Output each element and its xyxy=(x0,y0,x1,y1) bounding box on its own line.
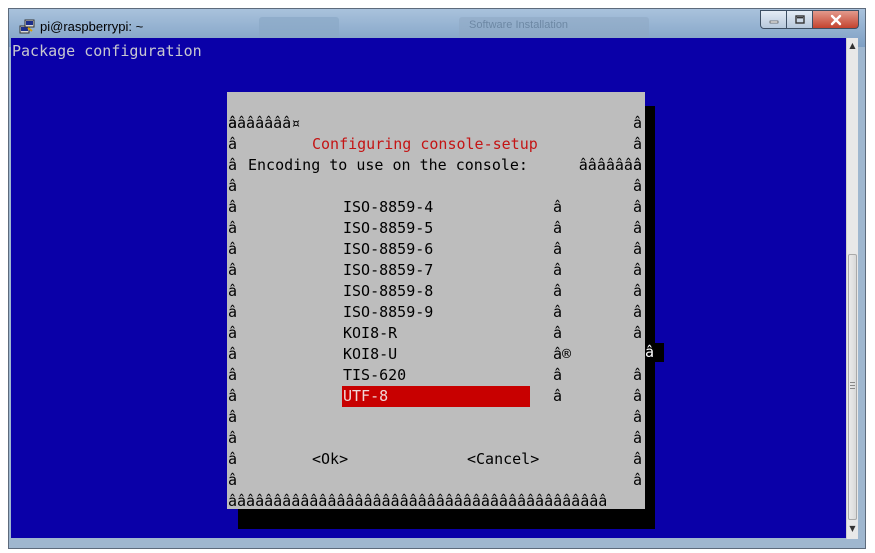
dialog-bottom-border: ââââââââââââââââââââââââââââââââââââââââ… xyxy=(228,492,608,510)
dialog-border-right: â xyxy=(632,219,642,237)
dialog-border-right: â xyxy=(632,198,642,216)
dialog-border-left: â xyxy=(228,408,238,426)
cancel-button[interactable]: <Cancel> xyxy=(467,449,539,470)
dialog-border-right: â xyxy=(632,366,642,384)
dialog-prompt: Encoding to use on the console: xyxy=(248,156,528,174)
list-item-row: â â UTF-8 â xyxy=(227,386,645,407)
dialog-border-left: â xyxy=(228,114,238,132)
dialog-border-right: â xyxy=(632,261,642,279)
dialog-border-left: â xyxy=(228,303,238,321)
list-item-row: â â ISO-8859-6 â xyxy=(227,239,645,260)
list-item-row: â â TIS-620 â xyxy=(227,365,645,386)
encoding-option-selected[interactable]: UTF-8 xyxy=(342,386,530,407)
encoding-option[interactable]: ISO-8859-9 xyxy=(342,302,530,323)
dialog-border-right: â xyxy=(632,303,642,321)
dialog-border-left: â xyxy=(228,471,238,489)
encoding-option[interactable]: ISO-8859-7 xyxy=(342,260,530,281)
prompt-row: â â Encoding to use on the console: xyxy=(227,155,645,176)
scrollbar-grip-icon xyxy=(850,382,855,391)
window-title: pi@raspberrypi: ~ xyxy=(40,19,144,34)
list-scroll-mark: â® xyxy=(553,345,572,363)
encoding-option[interactable]: KOI8-R xyxy=(342,323,530,344)
list-scroll-mark: â xyxy=(553,240,563,258)
dialog-border-left: â xyxy=(228,219,238,237)
dialog-border-left: â xyxy=(228,345,238,363)
scrollbar-thumb[interactable] xyxy=(848,254,857,520)
dialog-border-left: â xyxy=(228,240,238,258)
dialog-border-right: â xyxy=(632,471,642,489)
dialog-border-right: â xyxy=(632,387,642,405)
close-button[interactable] xyxy=(813,10,859,29)
blank-row: ââ xyxy=(227,134,645,155)
dialog-border-left: â xyxy=(228,282,238,300)
dialog-border-left: â xyxy=(228,156,238,174)
maximize-button[interactable] xyxy=(787,10,813,29)
list-item-row: â â ISO-8859-8 â xyxy=(227,281,645,302)
terminal-cursor: â xyxy=(644,343,664,362)
dialog-border-right: â xyxy=(632,429,642,447)
scroll-down-arrow-icon[interactable]: ▼ xyxy=(847,521,858,537)
blank-row: ââ xyxy=(227,176,645,197)
list-scroll-mark: â xyxy=(553,366,563,384)
dialog-border-left: â xyxy=(228,366,238,384)
dialog-border-right: â xyxy=(632,240,642,258)
dialog-border-left: â xyxy=(228,261,238,279)
dialog-border-right: â xyxy=(632,450,642,468)
dialog-border-left: â xyxy=(228,387,238,405)
blank-row: ââ xyxy=(227,428,645,449)
list-scroll-mark: â xyxy=(553,282,563,300)
list-scroll-mark: â xyxy=(553,198,563,216)
list-item-row: â â ISO-8859-4 â xyxy=(227,197,645,218)
list-scroll-mark: â xyxy=(553,303,563,321)
list-scroll-mark: â xyxy=(553,261,563,279)
dialog-border-right: â xyxy=(632,114,642,132)
list-item-row: â â ISO-8859-7 â xyxy=(227,260,645,281)
vertical-scrollbar[interactable]: ▲ ▼ xyxy=(846,38,858,539)
dialog-border-right: â xyxy=(632,156,642,174)
dialog-title-row: âââââââ¤ Configuring console-setup âââââ… xyxy=(227,92,645,174)
dialog-border-left: â xyxy=(228,198,238,216)
encoding-option[interactable]: ISO-8859-6 xyxy=(342,239,530,260)
encoding-option[interactable]: TIS-620 xyxy=(342,365,530,386)
buttons-row: â â <Ok> <Cancel> xyxy=(227,449,645,470)
dialog-border-right: â xyxy=(632,408,642,426)
terminal-header: Package configuration xyxy=(12,42,202,60)
dialog-border-right: â xyxy=(632,135,642,153)
close-icon xyxy=(830,14,841,25)
dialog-border-right: â xyxy=(632,177,642,195)
dialog-border-left: â xyxy=(228,429,238,447)
background-tab xyxy=(259,17,339,39)
ok-button[interactable]: <Ok> xyxy=(312,449,348,470)
encoding-option[interactable]: ISO-8859-5 xyxy=(342,218,530,239)
putty-icon[interactable] xyxy=(19,19,35,35)
dialog-border-left: â xyxy=(228,324,238,342)
list-scroll-mark: â xyxy=(553,324,563,342)
window-controls xyxy=(760,10,859,30)
dialog-border-left: â xyxy=(228,135,238,153)
list-scroll-mark: â xyxy=(553,387,563,405)
dialog-border-right: â xyxy=(632,324,642,342)
encoding-option[interactable]: ISO-8859-4 xyxy=(342,197,530,218)
list-item-row: â â ISO-8859-5 â xyxy=(227,218,645,239)
blank-row: ââ xyxy=(227,407,645,428)
encoding-option[interactable]: KOI8-U xyxy=(342,344,530,365)
console-setup-dialog: âââââââ¤ Configuring console-setup âââââ… xyxy=(227,92,645,512)
dialog-bottom-border-row: ââââââââââââââââââââââââââââââââââââââââ… xyxy=(227,491,645,512)
background-window-title-text: Software Installation xyxy=(469,19,569,31)
minimize-icon xyxy=(769,20,778,23)
cursor-char: â xyxy=(645,343,655,361)
encoding-option[interactable]: ISO-8859-8 xyxy=(342,281,530,302)
dialog-border-left: â xyxy=(228,450,238,468)
list-scroll-mark: â xyxy=(553,219,563,237)
dialog-border-right: â xyxy=(632,282,642,300)
maximize-icon xyxy=(794,15,805,24)
blank-row: ââ xyxy=(227,470,645,491)
list-item-row: â â ISO-8859-9 â xyxy=(227,302,645,323)
scroll-up-arrow-icon[interactable]: ▲ xyxy=(847,38,858,54)
dialog-border-left: â xyxy=(228,177,238,195)
minimize-button[interactable] xyxy=(760,10,787,29)
list-item-row: ââKOI8-Uâ® xyxy=(227,344,645,365)
list-item-row: â â KOI8-R â xyxy=(227,323,645,344)
blank-row: ââ xyxy=(227,113,645,134)
